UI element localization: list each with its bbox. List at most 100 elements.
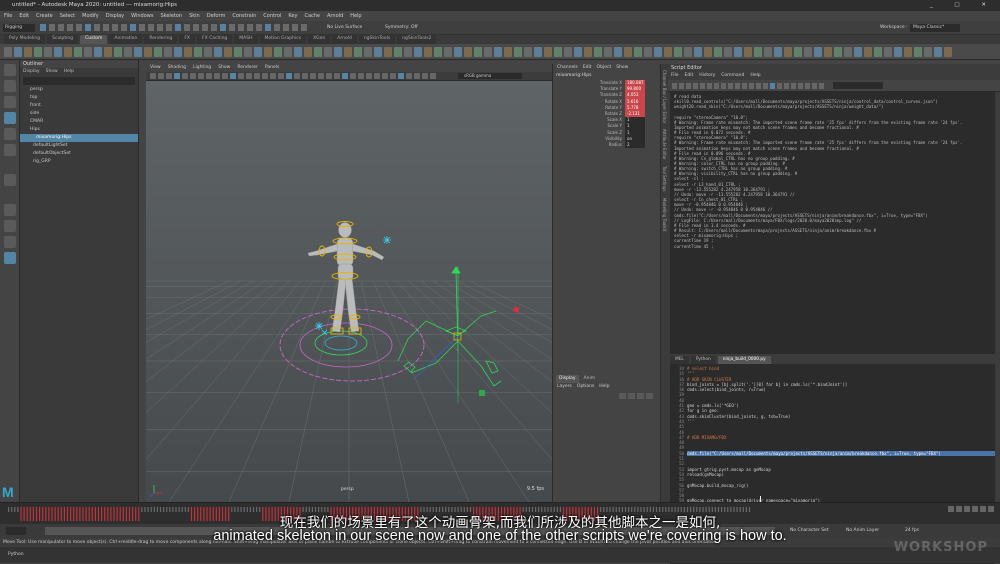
- script-tool-icon: [805, 83, 810, 89]
- menu-control[interactable]: Control: [263, 13, 281, 19]
- outliner-item[interactable]: defaultLightSet: [20, 142, 138, 150]
- viewport-menu-item[interactable]: Renderer: [237, 64, 258, 72]
- menu-cache[interactable]: Cache: [304, 13, 320, 19]
- side-tab[interactable]: Modelling Toolkit: [662, 198, 667, 231]
- last-tool-icon[interactable]: [3, 174, 16, 186]
- outliner-menu-item[interactable]: Show: [46, 68, 58, 76]
- script-editor-menu-item[interactable]: Help: [750, 72, 760, 80]
- outliner-item[interactable]: rig_GRP: [20, 158, 138, 166]
- side-tab[interactable]: Channel Box / Layer Editor: [662, 70, 667, 123]
- shelf-tab[interactable]: FX Caching: [197, 35, 233, 44]
- symmetry-label[interactable]: Symmetry: Off: [385, 24, 418, 32]
- layer-buttons[interactable]: [553, 391, 661, 401]
- command-language[interactable]: Python: [8, 552, 24, 557]
- layer-editor-tab[interactable]: Anim: [581, 375, 599, 383]
- window-controls[interactable]: _ □ ✕: [930, 0, 996, 11]
- channel-box-menu-item[interactable]: Channels: [557, 64, 578, 72]
- command-line[interactable]: Python: [0, 547, 1000, 563]
- move-tool-icon[interactable]: [3, 112, 16, 124]
- shelf-tab[interactable]: MASH: [234, 35, 258, 44]
- side-tab[interactable]: Attribute Editor: [662, 129, 667, 160]
- layer-editor-menu-item[interactable]: Options: [577, 383, 594, 391]
- channel-value[interactable]: 2: [625, 141, 645, 149]
- shelf-tab[interactable]: Rendering: [144, 35, 178, 44]
- shelf-tab[interactable]: ngSkinTools: [358, 35, 396, 44]
- viewport-menu-item[interactable]: View: [150, 64, 161, 72]
- viewport-menu-item[interactable]: Lighting: [193, 64, 211, 72]
- outliner-layout-icon[interactable]: [3, 252, 16, 264]
- shelf-tab[interactable]: Poly Modeling: [4, 35, 46, 44]
- menu-constrain[interactable]: Constrain: [232, 13, 256, 19]
- shelf-tab[interactable]: Arnold: [332, 35, 357, 44]
- viewport-menu-item[interactable]: Panels: [265, 64, 279, 72]
- layer-editor-menu-item[interactable]: Layers: [557, 383, 572, 391]
- outliner-item[interactable]: side: [20, 110, 138, 118]
- script-editor-menu-item[interactable]: Command: [721, 72, 744, 80]
- menu-skin[interactable]: Skin: [189, 13, 200, 19]
- lasso-tool-icon[interactable]: [3, 80, 16, 92]
- menu-file[interactable]: File: [4, 13, 12, 19]
- script-tab[interactable]: ninja_build_0000.py: [717, 356, 771, 364]
- viewport-toolbar-icons[interactable]: [150, 73, 450, 80]
- script-history-output[interactable]: # read data skill0.read_controls("C:/User…: [670, 92, 995, 354]
- two-pane-layout-icon[interactable]: [3, 236, 16, 248]
- viewport-canvas[interactable]: persp 9.5 fps: [0, 81, 950, 519]
- scale-tool-icon[interactable]: [3, 144, 16, 156]
- channel-row[interactable]: Radius 2: [553, 141, 660, 149]
- outliner-item[interactable]: CMAR: [20, 118, 138, 126]
- channel-box-menu-item[interactable]: Show: [616, 64, 628, 72]
- rotate-tool-icon[interactable]: [3, 128, 16, 140]
- script-editor-menu-item[interactable]: File: [671, 72, 679, 80]
- four-pane-layout-icon[interactable]: [3, 220, 16, 232]
- shelf-tab[interactable]: FX: [179, 35, 195, 44]
- layer-editor-tab[interactable]: Display: [556, 375, 579, 383]
- menu-deform[interactable]: Deform: [207, 13, 226, 19]
- outliner-menu-item[interactable]: Help: [64, 68, 74, 76]
- channel-box-menu-item[interactable]: Object: [597, 64, 612, 72]
- outliner-item[interactable]: front: [20, 102, 138, 110]
- shelf-tab[interactable]: Custom: [80, 35, 108, 44]
- shelf-tab[interactable]: XGen: [308, 35, 331, 44]
- menu-display[interactable]: Display: [106, 13, 124, 19]
- script-search-input[interactable]: [833, 82, 883, 89]
- script-editor-menu-item[interactable]: Edit: [685, 72, 694, 80]
- shelf-tab[interactable]: ngSkinTools2: [397, 35, 437, 44]
- viewport-menu-item[interactable]: Show: [218, 64, 230, 72]
- outliner-item[interactable]: top: [20, 94, 138, 102]
- menu-modify[interactable]: Modify: [82, 13, 99, 19]
- outliner-search-input[interactable]: [23, 77, 135, 85]
- outliner-item[interactable]: Hips: [20, 126, 138, 134]
- outliner-menu-item[interactable]: Display: [23, 68, 40, 76]
- outliner-item[interactable]: defaultObjectSet: [20, 150, 138, 158]
- workspace-dropdown[interactable]: Maya Classic*: [910, 24, 960, 32]
- shelf-icon-strip[interactable]: [0, 44, 1000, 60]
- select-tool-icon[interactable]: [3, 64, 16, 76]
- script-editor-menu-item[interactable]: History: [699, 72, 715, 80]
- outliner-item[interactable]: persp: [20, 86, 138, 94]
- shelf-tab[interactable]: Animation: [109, 35, 143, 44]
- menu-create[interactable]: Create: [36, 13, 53, 19]
- side-tab[interactable]: Tool Settings: [662, 166, 667, 191]
- shelf-tab[interactable]: Sculpting: [47, 35, 79, 44]
- menu-arnold[interactable]: Arnold: [327, 13, 343, 19]
- menu-key[interactable]: Key: [288, 13, 297, 19]
- outliner-item[interactable]: mixamorig:Hips: [20, 134, 138, 142]
- menu-select[interactable]: Select: [60, 13, 75, 19]
- live-surface-label[interactable]: No Live Surface: [327, 24, 362, 32]
- menu-edit[interactable]: Edit: [19, 13, 29, 19]
- menu-set-dropdown[interactable]: Rigging: [3, 24, 35, 32]
- single-pane-layout-icon[interactable]: [3, 204, 16, 216]
- status-line-icons[interactable]: [40, 23, 320, 33]
- script-tab[interactable]: Python: [690, 356, 716, 364]
- channel-box-menu-item[interactable]: Edit: [583, 64, 592, 72]
- paint-select-icon[interactable]: [3, 96, 16, 108]
- colorspace-dropdown[interactable]: sRGB gamma: [458, 73, 522, 79]
- layer-editor-menu-item[interactable]: Help: [599, 383, 609, 391]
- menu-skeleton[interactable]: Skeleton: [160, 13, 182, 19]
- menu-windows[interactable]: Windows: [131, 13, 153, 19]
- menu-help[interactable]: Help: [350, 13, 361, 19]
- shelf-tab[interactable]: Motion Graphics: [259, 35, 307, 44]
- script-tab[interactable]: MEL: [670, 356, 689, 364]
- status-icon: [112, 24, 118, 31]
- viewport-menu-item[interactable]: Shading: [168, 64, 186, 72]
